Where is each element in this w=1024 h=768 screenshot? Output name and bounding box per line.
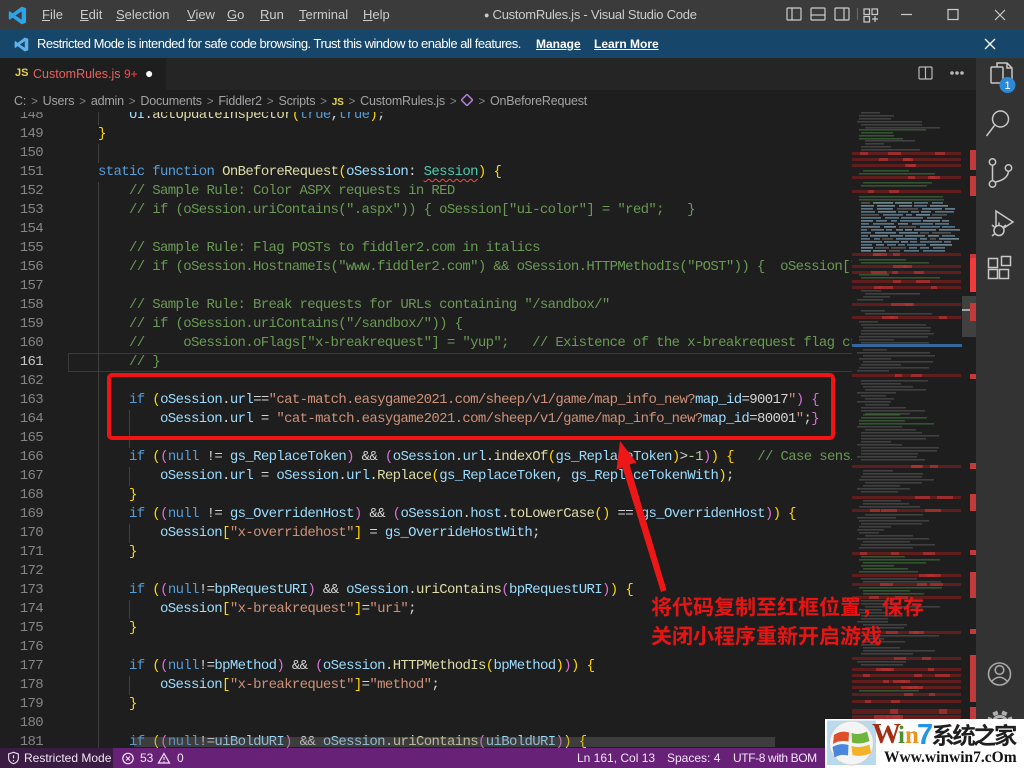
svg-text:7: 7 <box>917 719 933 751</box>
svg-text:Www.winwin7.cOm: Www.winwin7.cOm <box>884 749 1017 766</box>
svg-text:W: W <box>872 718 901 750</box>
svg-text:i: i <box>898 722 905 749</box>
